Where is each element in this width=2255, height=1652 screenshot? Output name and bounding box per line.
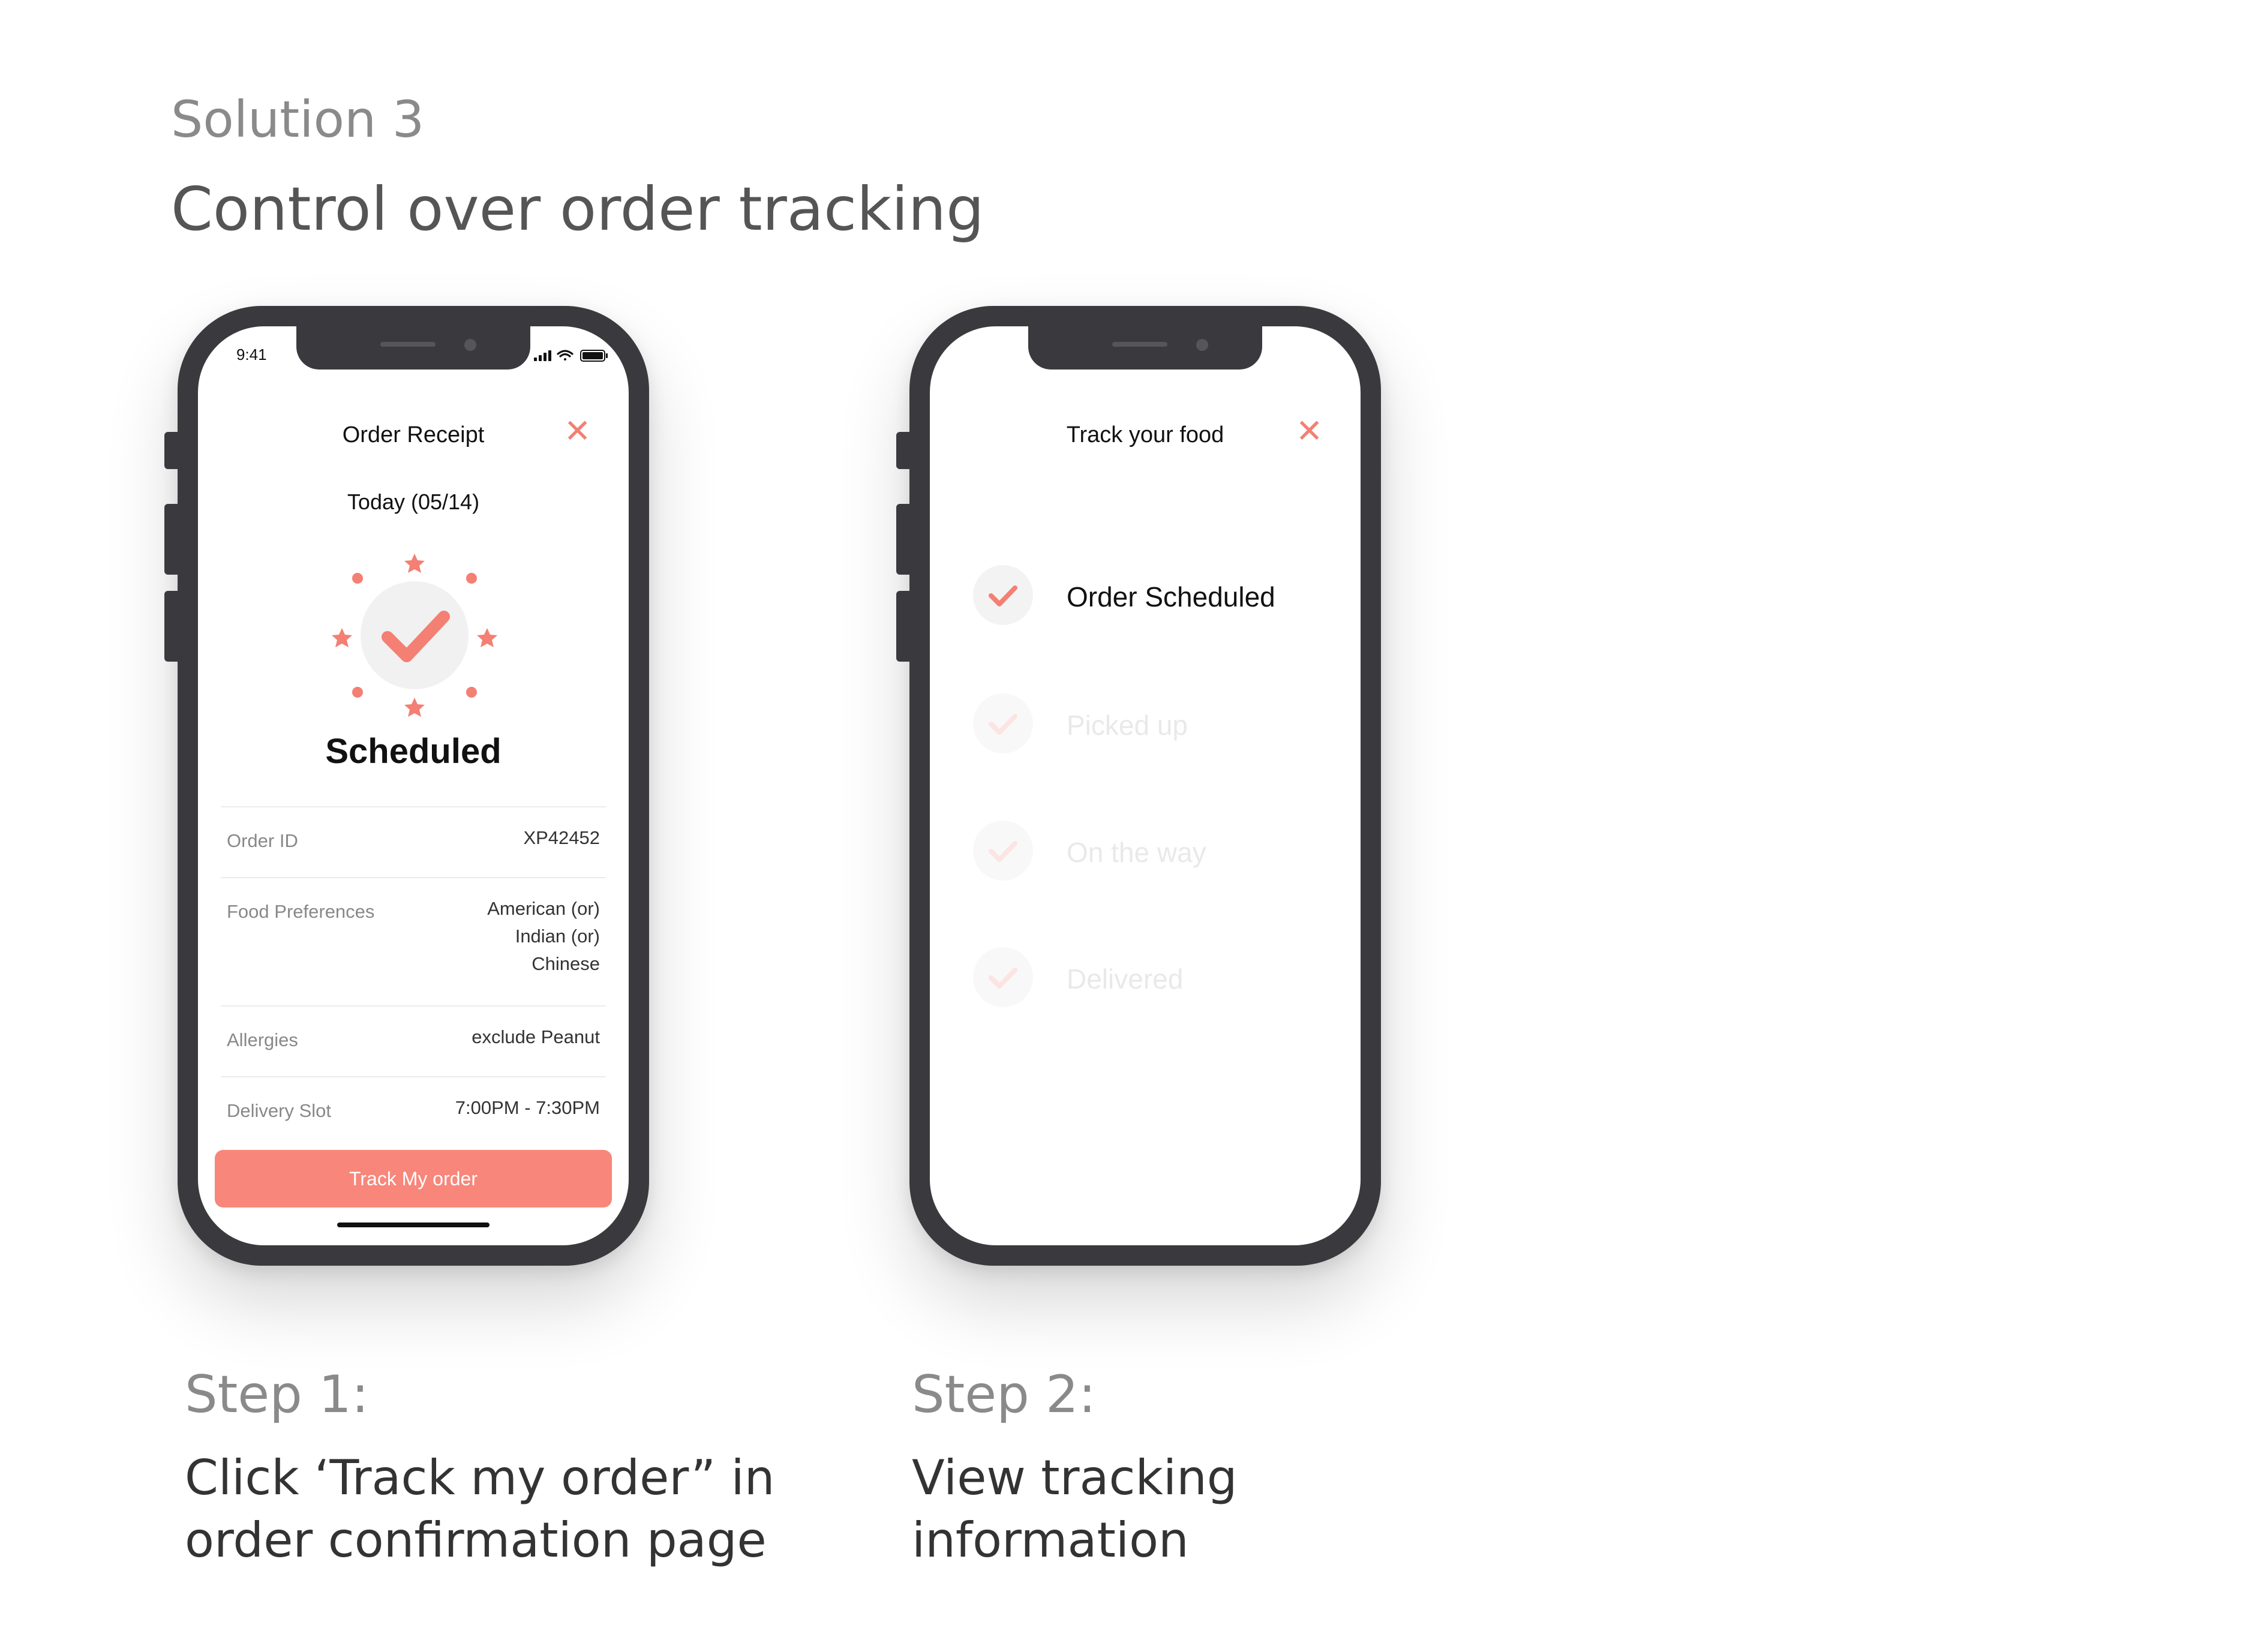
detail-label: Food Preferences xyxy=(227,901,375,922)
caption-line: Click ‘Track my order” in xyxy=(185,1450,775,1506)
close-icon[interactable]: ✕ xyxy=(564,415,591,447)
step-check-circle xyxy=(973,947,1033,1007)
phone-screen: Track your food ✕ Order Scheduled Picked… xyxy=(930,326,1361,1245)
step-label: Delivered xyxy=(1067,963,1184,995)
order-status: Scheduled xyxy=(325,732,502,771)
detail-value: exclude Peanut xyxy=(472,1026,600,1047)
speaker-grille xyxy=(1112,342,1167,347)
caption-line: View tracking xyxy=(912,1450,1238,1506)
caption-line: information xyxy=(912,1512,1189,1568)
step-check-circle xyxy=(973,821,1033,881)
detail-value-line: Chinese xyxy=(532,953,600,974)
detail-row-delivery-slot: Delivery Slot 7:00PM - 7:30PM xyxy=(221,1076,606,1147)
detail-label: Allergies xyxy=(227,1029,298,1050)
detail-value: 7:00PM - 7:30PM xyxy=(455,1097,600,1118)
step-1-heading: Step 1: xyxy=(185,1365,369,1425)
home-indicator xyxy=(337,1223,490,1227)
status-bar-icons xyxy=(534,350,608,362)
step-2-description: View tracking information xyxy=(912,1447,1238,1572)
check-icon xyxy=(989,841,1017,862)
signal-icon xyxy=(534,350,551,361)
speaker-grille xyxy=(380,342,436,347)
close-icon[interactable]: ✕ xyxy=(1296,415,1323,447)
wifi-icon xyxy=(557,350,573,361)
step-label: Picked up xyxy=(1067,710,1188,741)
caption-line: order confirmation page xyxy=(185,1512,767,1568)
phone-mockup-track-food: Track your food ✕ Order Scheduled Picked… xyxy=(896,306,1381,1266)
detail-label: Order ID xyxy=(227,830,298,851)
step-1-description: Click ‘Track my order” in order confirma… xyxy=(185,1447,774,1572)
tracking-step-picked-up: Picked up xyxy=(973,693,1309,753)
scheduled-check-icon xyxy=(332,554,497,717)
status-bar-time: 9:41 xyxy=(236,346,267,364)
solution-subtitle: Solution 3 xyxy=(171,90,425,149)
check-icon xyxy=(989,714,1017,735)
detail-value: American (or) Indian (or) Chinese xyxy=(487,895,600,978)
order-date: Today (05/14) xyxy=(347,489,480,514)
phone-screen: 9:41 Order Receipt ✕ Today (05/14) Sched… xyxy=(198,326,629,1245)
detail-row-allergies: Allergies exclude Peanut xyxy=(221,1005,606,1076)
tracking-step-on-the-way: On the way xyxy=(973,821,1309,881)
phone-side-button xyxy=(164,504,180,575)
page-title: Control over order tracking xyxy=(171,174,984,244)
phone-mockup-order-receipt: 9:41 Order Receipt ✕ Today (05/14) Sched… xyxy=(164,306,649,1266)
phone-side-button xyxy=(896,591,912,662)
phone-side-button xyxy=(896,504,912,575)
check-icon xyxy=(989,585,1017,606)
front-camera xyxy=(1196,339,1208,351)
phone-notch xyxy=(296,326,530,370)
front-camera xyxy=(464,339,476,351)
phone-notch xyxy=(1028,326,1262,370)
track-my-order-button[interactable]: Track My order xyxy=(215,1150,612,1208)
tracking-step-delivered: Delivered xyxy=(973,947,1309,1007)
step-check-circle xyxy=(973,565,1033,625)
detail-row-food-preferences: Food Preferences American (or) Indian (o… xyxy=(221,877,606,1005)
detail-row-order-id: Order ID XP42452 xyxy=(221,806,606,877)
detail-label: Delivery Slot xyxy=(227,1100,331,1121)
detail-value-line: American (or) xyxy=(487,898,600,919)
phone-side-button xyxy=(164,432,180,469)
phone-side-button xyxy=(896,432,912,469)
step-check-circle xyxy=(973,693,1033,753)
step-label: On the way xyxy=(1067,837,1206,868)
phone-side-button xyxy=(164,591,180,662)
tracking-step-order-scheduled: Order Scheduled xyxy=(973,565,1309,625)
check-icon xyxy=(989,968,1017,989)
step-2-heading: Step 2: xyxy=(912,1365,1096,1425)
step-label: Order Scheduled xyxy=(1067,581,1275,612)
battery-icon xyxy=(580,350,608,362)
detail-value: XP42452 xyxy=(523,827,600,848)
detail-value-line: Indian (or) xyxy=(515,926,600,947)
